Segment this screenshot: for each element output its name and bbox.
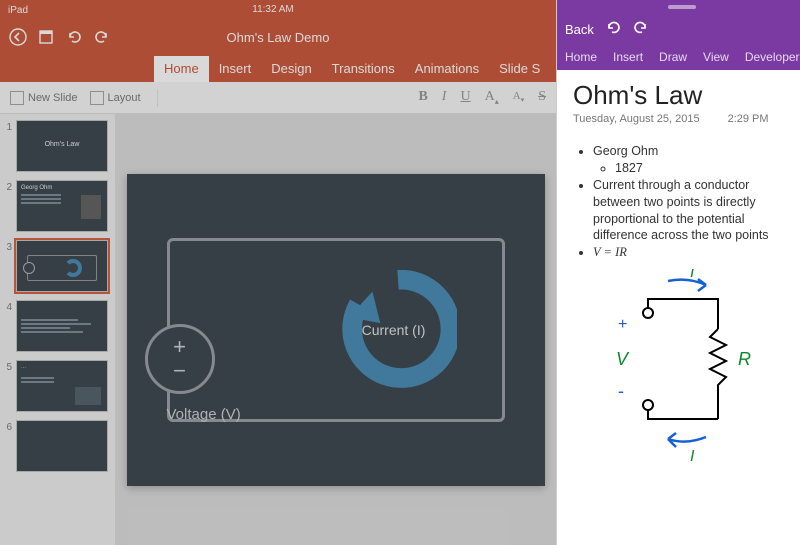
thumb-num: 3 [4, 240, 12, 292]
list-item: 1827 [615, 160, 794, 177]
label-I-bot: I [690, 448, 695, 465]
undo-icon[interactable] [60, 23, 88, 51]
onenote-panel: Back Home Insert Draw View Developer Ohm… [556, 0, 800, 545]
on-tab-developer[interactable]: Developer [743, 47, 800, 67]
slide-thumb-5[interactable]: ··· [16, 360, 108, 412]
tab-animations[interactable]: Animations [405, 56, 489, 82]
ribbon-separator [157, 89, 158, 107]
slide-thumb-1[interactable]: Ohm's Law [16, 120, 108, 172]
formula: V = IR [593, 245, 627, 259]
on-tab-view[interactable]: View [701, 47, 731, 67]
tab-transitions[interactable]: Transitions [322, 56, 405, 82]
list-item: Current through a conductor between two … [593, 177, 794, 245]
layout-icon [90, 91, 104, 105]
strike-button[interactable]: S [538, 89, 546, 105]
new-slide-label: New Slide [28, 92, 78, 104]
label-minus: - [618, 381, 624, 401]
layout-button[interactable]: Layout [90, 91, 141, 105]
pp-ribbon-tabs: Home Insert Design Transitions Animation… [0, 54, 556, 82]
label-V: V [616, 349, 630, 369]
onenote-page[interactable]: Ohm's Law Tuesday, August 25, 2015 2:29 … [557, 70, 800, 545]
device-label: iPad [8, 5, 28, 16]
font-shrink-button[interactable]: A▾ [513, 90, 524, 104]
redo-icon[interactable] [632, 19, 650, 40]
on-tab-insert[interactable]: Insert [611, 47, 645, 67]
on-tab-home[interactable]: Home [563, 47, 599, 67]
file-icon[interactable] [32, 23, 60, 51]
new-slide-icon [10, 91, 24, 105]
slide-thumb-6[interactable] [16, 420, 108, 472]
notes-block[interactable]: Georg Ohm 1827 Current through a conduct… [573, 143, 794, 261]
list-item: V = IR [593, 244, 794, 261]
thumb-num: 2 [4, 180, 12, 232]
back-icon[interactable] [4, 23, 32, 51]
minus-icon: − [173, 360, 186, 382]
clock: 11:32 AM [28, 5, 518, 15]
bold-button[interactable]: B [418, 89, 427, 105]
undo-icon[interactable] [604, 19, 622, 40]
slide-thumb-2[interactable]: Georg Ohm [16, 180, 108, 232]
voltage-label: Voltage (V) [167, 406, 241, 423]
pp-titlebar: Ohm's Law Demo [0, 20, 556, 54]
page-timestamp: Tuesday, August 25, 2015 2:29 PM [573, 113, 794, 125]
on-tab-draw[interactable]: Draw [657, 47, 689, 67]
page-date: Tuesday, August 25, 2015 [573, 113, 700, 125]
thumb-num: 5 [4, 360, 12, 412]
page-title[interactable]: Ohm's Law [573, 80, 794, 111]
thumb-num: 4 [4, 300, 12, 352]
current-label: Current (I) [349, 322, 439, 338]
onenote-tabs: Home Insert Draw View Developer [557, 44, 800, 70]
page-time: 2:29 PM [728, 113, 769, 125]
tab-home[interactable]: Home [154, 56, 209, 82]
thumb-num: 1 [4, 120, 12, 172]
slide-canvas-wrap: + − Voltage (V) Current (I) [115, 114, 556, 545]
slide-thumbnails: 1 Ohm's Law 2 Georg Ohm 3 4 5 ··· 6 [0, 114, 115, 545]
italic-button[interactable]: I [442, 89, 447, 105]
layout-label: Layout [108, 92, 141, 104]
back-button[interactable]: Back [565, 22, 594, 37]
slide-thumb-3[interactable] [16, 240, 108, 292]
redo-icon[interactable] [88, 23, 116, 51]
ink-sketch: I I + - V R [573, 269, 794, 469]
drag-handle[interactable] [557, 0, 800, 14]
slide-thumb-4[interactable] [16, 300, 108, 352]
plus-icon: + [173, 336, 186, 358]
list-item: Georg Ohm 1827 [593, 143, 794, 177]
label-I-top: I [690, 269, 695, 281]
onenote-toolbar: Back [557, 14, 800, 44]
slide-canvas[interactable]: + − Voltage (V) Current (I) [127, 174, 545, 486]
pp-body: 1 Ohm's Law 2 Georg Ohm 3 4 5 ··· 6 + [0, 114, 556, 545]
label-R: R [738, 349, 751, 369]
voltage-source: + − [145, 324, 215, 394]
font-grow-button[interactable]: A▴ [485, 89, 499, 106]
new-slide-button[interactable]: New Slide [10, 91, 78, 105]
pp-ribbon: New Slide Layout B I U A▴ A▾ S [0, 82, 556, 114]
thumb-num: 6 [4, 420, 12, 472]
tab-slideshow[interactable]: Slide S [489, 56, 550, 82]
underline-button[interactable]: U [460, 89, 470, 105]
tab-design[interactable]: Design [261, 56, 321, 82]
ios-status-bar: iPad 11:32 AM [0, 0, 556, 20]
label-plus: + [618, 316, 627, 333]
powerpoint-app: iPad 11:32 AM Ohm's Law Demo Home Insert… [0, 0, 556, 545]
tab-insert[interactable]: Insert [209, 56, 262, 82]
